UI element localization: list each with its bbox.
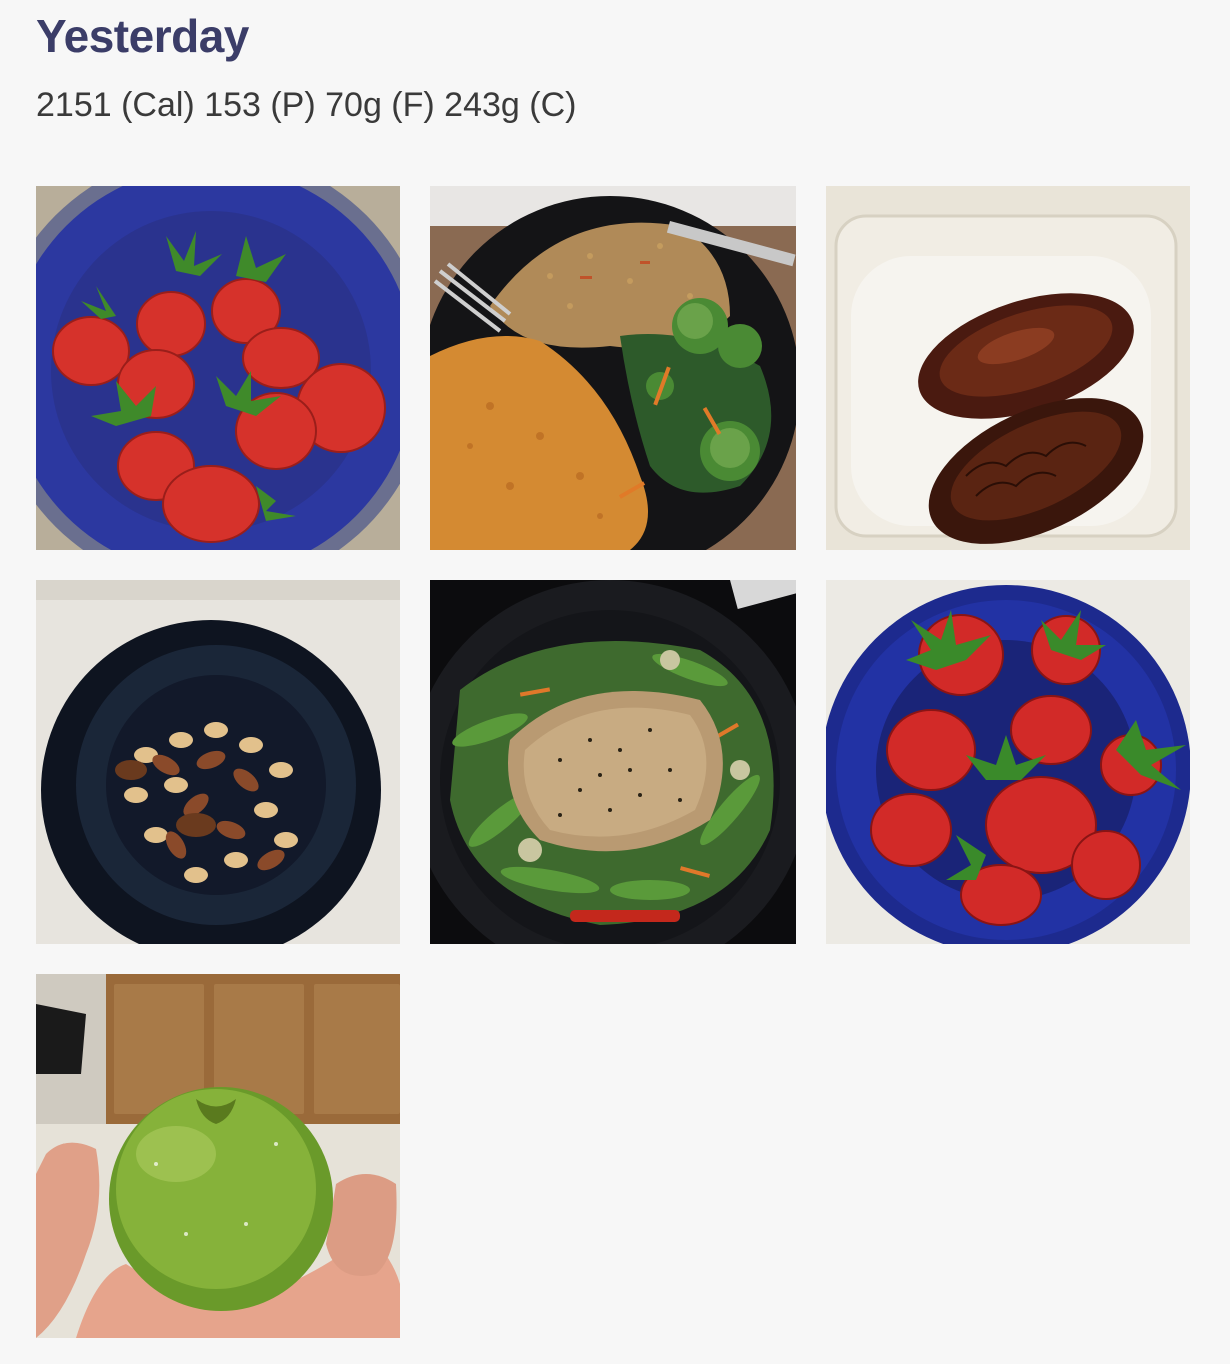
meal-photo-mixed-nuts[interactable] — [36, 580, 400, 944]
meal-photo-green-apple[interactable] — [36, 974, 400, 1338]
meal-photo-strawberries[interactable] — [36, 186, 400, 550]
meal-photo-salmon-plate[interactable] — [430, 186, 796, 550]
page-title: Yesterday — [36, 10, 249, 62]
macro-summary: 2151 (Cal) 153 (P) 70g (F) 243g (C) — [36, 86, 577, 124]
meal-photo-dates[interactable] — [826, 186, 1190, 550]
meal-photo-chicken-stir-fry[interactable] — [430, 580, 796, 944]
meal-photo-strawberries-2[interactable] — [826, 580, 1190, 944]
